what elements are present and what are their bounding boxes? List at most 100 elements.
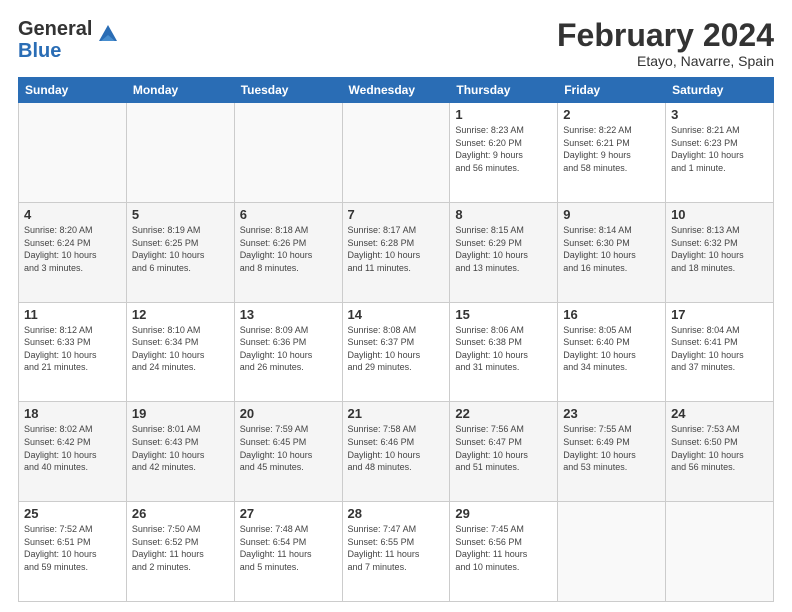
page: General Blue February 2024 Etayo, Navarr…	[0, 0, 792, 612]
day-number: 29	[455, 506, 552, 521]
day-cell: 29Sunrise: 7:45 AM Sunset: 6:56 PM Dayli…	[450, 502, 558, 602]
logo-general: General	[18, 18, 92, 40]
day-number: 13	[240, 307, 337, 322]
header-row: SundayMondayTuesdayWednesdayThursdayFrid…	[19, 78, 774, 103]
day-number: 25	[24, 506, 121, 521]
day-info: Sunrise: 8:17 AM Sunset: 6:28 PM Dayligh…	[348, 224, 445, 274]
day-number: 8	[455, 207, 552, 222]
day-cell: 14 Sunrise: 8:08 AM Sunset: 6:37 PM Dayli…	[342, 302, 450, 402]
logo: General Blue	[18, 18, 121, 62]
day-number: 16	[563, 307, 660, 322]
day-header-friday: Friday	[558, 78, 666, 103]
day-cell	[19, 103, 127, 203]
day-cell: 19 Sunrise: 8:01 AM Sunset: 6:43 PM Dayli…	[126, 402, 234, 502]
day-info: Sunrise: 7:59 AM Sunset: 6:45 PM Dayligh…	[240, 423, 337, 473]
day-cell: 9 Sunrise: 8:14 AM Sunset: 6:30 PM Daylig…	[558, 202, 666, 302]
header: General Blue February 2024 Etayo, Navarr…	[18, 18, 774, 69]
day-info: Sunrise: 7:56 AM Sunset: 6:47 PM Dayligh…	[455, 423, 552, 473]
day-info: Sunrise: 7:53 AM Sunset: 6:50 PM Dayligh…	[671, 423, 768, 473]
day-info: Sunrise: 8:23 AM Sunset: 6:20 PM Dayligh…	[455, 124, 552, 174]
day-cell: 23 Sunrise: 7:55 AM Sunset: 6:49 PM Dayli…	[558, 402, 666, 502]
day-cell	[234, 103, 342, 203]
month-title: February 2024	[557, 18, 774, 53]
day-cell: 24 Sunrise: 7:53 AM Sunset: 6:50 PM Dayli…	[666, 402, 774, 502]
day-cell: 5Sunrise: 8:19 AM Sunset: 6:25 PM Daylig…	[126, 202, 234, 302]
day-number: 10	[671, 207, 768, 222]
day-cell: 1 Sunrise: 8:23 AM Sunset: 6:20 PM Daylig…	[450, 103, 558, 203]
day-cell: 6 Sunrise: 8:18 AM Sunset: 6:26 PM Daylig…	[234, 202, 342, 302]
day-info: Sunrise: 8:04 AM Sunset: 6:41 PM Dayligh…	[671, 324, 768, 374]
day-cell: 16 Sunrise: 8:05 AM Sunset: 6:40 PM Dayli…	[558, 302, 666, 402]
logo-icon	[95, 21, 121, 52]
day-cell: 27Sunrise: 7:48 AM Sunset: 6:54 PM Dayli…	[234, 502, 342, 602]
day-cell: 22 Sunrise: 7:56 AM Sunset: 6:47 PM Dayli…	[450, 402, 558, 502]
day-number: 24	[671, 406, 768, 421]
day-cell	[126, 103, 234, 203]
day-number: 2	[563, 107, 660, 122]
week-row-4: 18Sunrise: 8:02 AM Sunset: 6:42 PM Dayli…	[19, 402, 774, 502]
day-number: 20	[240, 406, 337, 421]
day-cell	[666, 502, 774, 602]
day-number: 23	[563, 406, 660, 421]
day-info: Sunrise: 8:10 AM Sunset: 6:34 PM Dayligh…	[132, 324, 229, 374]
day-cell	[558, 502, 666, 602]
day-info: Sunrise: 8:09 AM Sunset: 6:36 PM Dayligh…	[240, 324, 337, 374]
day-number: 22	[455, 406, 552, 421]
day-info: Sunrise: 8:13 AM Sunset: 6:32 PM Dayligh…	[671, 224, 768, 274]
day-cell: 2 Sunrise: 8:22 AM Sunset: 6:21 PM Daylig…	[558, 103, 666, 203]
day-number: 9	[563, 207, 660, 222]
day-cell: 18Sunrise: 8:02 AM Sunset: 6:42 PM Dayli…	[19, 402, 127, 502]
day-cell: 3Sunrise: 8:21 AM Sunset: 6:23 PM Daylig…	[666, 103, 774, 203]
day-header-saturday: Saturday	[666, 78, 774, 103]
day-info: Sunrise: 7:50 AM Sunset: 6:52 PM Dayligh…	[132, 523, 229, 573]
day-number: 1	[455, 107, 552, 122]
day-info: Sunrise: 8:18 AM Sunset: 6:26 PM Dayligh…	[240, 224, 337, 274]
day-number: 14	[348, 307, 445, 322]
week-row-3: 11Sunrise: 8:12 AM Sunset: 6:33 PM Dayli…	[19, 302, 774, 402]
day-info: Sunrise: 8:05 AM Sunset: 6:40 PM Dayligh…	[563, 324, 660, 374]
week-row-1: 1 Sunrise: 8:23 AM Sunset: 6:20 PM Daylig…	[19, 103, 774, 203]
day-info: Sunrise: 8:14 AM Sunset: 6:30 PM Dayligh…	[563, 224, 660, 274]
day-info: Sunrise: 7:55 AM Sunset: 6:49 PM Dayligh…	[563, 423, 660, 473]
day-header-thursday: Thursday	[450, 78, 558, 103]
day-info: Sunrise: 8:22 AM Sunset: 6:21 PM Dayligh…	[563, 124, 660, 174]
day-number: 6	[240, 207, 337, 222]
week-row-2: 4Sunrise: 8:20 AM Sunset: 6:24 PM Daylig…	[19, 202, 774, 302]
day-cell: 4Sunrise: 8:20 AM Sunset: 6:24 PM Daylig…	[19, 202, 127, 302]
day-cell: 11Sunrise: 8:12 AM Sunset: 6:33 PM Dayli…	[19, 302, 127, 402]
day-number: 21	[348, 406, 445, 421]
day-cell: 26 Sunrise: 7:50 AM Sunset: 6:52 PM Dayli…	[126, 502, 234, 602]
day-cell: 7 Sunrise: 8:17 AM Sunset: 6:28 PM Daylig…	[342, 202, 450, 302]
title-block: February 2024 Etayo, Navarre, Spain	[557, 18, 774, 69]
logo-blue: Blue	[18, 40, 61, 62]
day-cell: 20 Sunrise: 7:59 AM Sunset: 6:45 PM Dayli…	[234, 402, 342, 502]
day-number: 18	[24, 406, 121, 421]
day-info: Sunrise: 8:01 AM Sunset: 6:43 PM Dayligh…	[132, 423, 229, 473]
day-number: 5	[132, 207, 229, 222]
day-number: 4	[24, 207, 121, 222]
day-header-tuesday: Tuesday	[234, 78, 342, 103]
day-header-monday: Monday	[126, 78, 234, 103]
day-number: 12	[132, 307, 229, 322]
day-number: 7	[348, 207, 445, 222]
calendar: SundayMondayTuesdayWednesdayThursdayFrid…	[18, 77, 774, 602]
day-cell: 17 Sunrise: 8:04 AM Sunset: 6:41 PM Dayli…	[666, 302, 774, 402]
day-info: Sunrise: 8:08 AM Sunset: 6:37 PM Dayligh…	[348, 324, 445, 374]
day-cell: 28Sunrise: 7:47 AM Sunset: 6:55 PM Dayli…	[342, 502, 450, 602]
day-cell: 10 Sunrise: 8:13 AM Sunset: 6:32 PM Dayli…	[666, 202, 774, 302]
day-cell: 13 Sunrise: 8:09 AM Sunset: 6:36 PM Dayli…	[234, 302, 342, 402]
day-number: 17	[671, 307, 768, 322]
day-info: Sunrise: 7:58 AM Sunset: 6:46 PM Dayligh…	[348, 423, 445, 473]
day-number: 19	[132, 406, 229, 421]
day-number: 11	[24, 307, 121, 322]
day-info: Sunrise: 8:21 AM Sunset: 6:23 PM Dayligh…	[671, 124, 768, 174]
logo-block: General Blue	[18, 18, 121, 62]
day-cell: 12 Sunrise: 8:10 AM Sunset: 6:34 PM Dayli…	[126, 302, 234, 402]
day-cell: 15Sunrise: 8:06 AM Sunset: 6:38 PM Dayli…	[450, 302, 558, 402]
day-number: 26	[132, 506, 229, 521]
day-header-wednesday: Wednesday	[342, 78, 450, 103]
day-cell: 21 Sunrise: 7:58 AM Sunset: 6:46 PM Dayli…	[342, 402, 450, 502]
day-number: 28	[348, 506, 445, 521]
day-cell: 25Sunrise: 7:52 AM Sunset: 6:51 PM Dayli…	[19, 502, 127, 602]
day-header-sunday: Sunday	[19, 78, 127, 103]
